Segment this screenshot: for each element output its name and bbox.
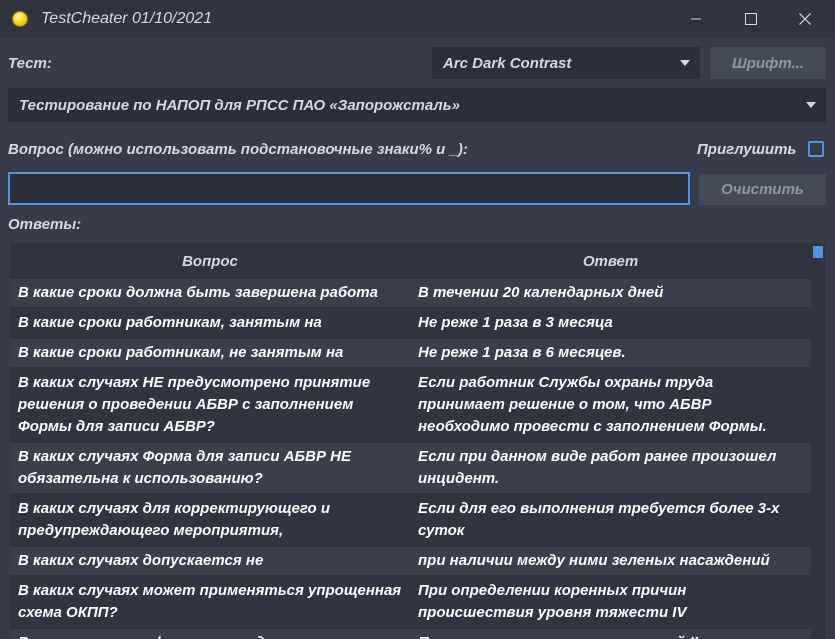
question-label: Вопрос (можно использовать подстановочны… [8, 141, 468, 158]
maximize-button[interactable] [728, 0, 774, 38]
answer-cell: Не реже 1 раза в 3 месяца [410, 309, 811, 337]
question-cell: В какие сроки работникам, не занятым на [10, 339, 410, 367]
column-header-question[interactable]: Вопрос [10, 245, 410, 277]
table-row[interactable]: В каких случаях для корректирующего и пр… [10, 495, 811, 545]
question-cell: В каких случаях НЕ предусмотрено приняти… [10, 369, 410, 441]
table-row[interactable]: В каких случаях допускается не при налич… [10, 547, 811, 575]
question-cell: В какие сроки должна быть завершена рабо… [10, 279, 410, 307]
table-scrollbar[interactable] [811, 243, 825, 639]
answer-cell: при наличии между ними зеленых насаждени… [410, 547, 811, 575]
scrollbar-thumb[interactable] [813, 246, 823, 258]
question-cell: В каких случаях для корректирующего и пр… [10, 495, 410, 545]
font-button[interactable]: Шрифт... [710, 47, 826, 79]
column-header-answer[interactable]: Ответ [410, 245, 811, 277]
table-row[interactable]: В какие сроки работникам, не занятым на … [10, 339, 811, 367]
mute-label: Приглушить [697, 141, 797, 158]
answer-cell: При определении коренных причин происшес… [410, 577, 811, 627]
answers-table: Вопрос Ответ В какие сроки должна быть з… [10, 243, 811, 639]
answer-cell: Если работник Службы охраны труда приним… [410, 369, 811, 441]
chevron-down-icon [797, 102, 825, 108]
question-input[interactable] [8, 172, 690, 205]
table-row[interactable]: В каких случаях оформляется документ в П… [10, 629, 811, 639]
close-button[interactable] [782, 0, 828, 38]
close-icon [799, 13, 811, 25]
answer-cell: Не реже 1 раза в 6 месяцев. [410, 339, 811, 367]
test-label: Тест: [8, 55, 52, 72]
answer-cell: Если для его выполнения требуется более … [410, 495, 811, 545]
clear-button[interactable]: Очистить [699, 174, 826, 205]
test-select-value: Тестирование по НАПОП для РПСС ПАО «Запо… [19, 96, 460, 114]
chevron-down-icon [671, 60, 699, 66]
table-row[interactable]: В каких случаях может применяться упроще… [10, 577, 811, 627]
answer-cell: Если при данном виде работ ранее произош… [410, 443, 811, 493]
table-row[interactable]: В каких случаях НЕ предусмотрено приняти… [10, 369, 811, 441]
theme-select[interactable]: Arc Dark Contrast [432, 47, 700, 79]
mute-checkbox[interactable] [808, 141, 824, 157]
table-row[interactable]: В какие сроки должна быть завершена рабо… [10, 279, 811, 307]
app-icon [12, 11, 28, 27]
window-title: TestCheater 01/10/2021 [41, 10, 213, 27]
maximize-icon [745, 13, 757, 25]
question-cell: В какие сроки работникам, занятым на [10, 309, 410, 337]
title-bar: TestCheater 01/10/2021 [0, 0, 835, 38]
test-select[interactable]: Тестирование по НАПОП для РПСС ПАО «Запо… [8, 88, 826, 122]
theme-select-value: Arc Dark Contrast [443, 54, 572, 72]
minimize-icon [691, 18, 701, 20]
answer-cell: В течении 20 календарных дней [410, 279, 811, 307]
table-row[interactable]: В какие сроки работникам, занятым на Не … [10, 309, 811, 337]
question-cell: В каких случаях Форма для записи АБВР НЕ… [10, 443, 410, 493]
question-cell: В каких случаях оформляется документ в [10, 629, 410, 639]
table-row[interactable]: В каких случаях Форма для записи АБВР НЕ… [10, 443, 811, 493]
answers-label: Ответы: [8, 216, 82, 233]
question-cell: В каких случаях допускается не [10, 547, 410, 575]
answer-cell: При возникновении происшествий II уровня [410, 629, 811, 639]
question-cell: В каких случаях может применяться упроще… [10, 577, 410, 627]
minimize-button[interactable] [673, 0, 719, 38]
